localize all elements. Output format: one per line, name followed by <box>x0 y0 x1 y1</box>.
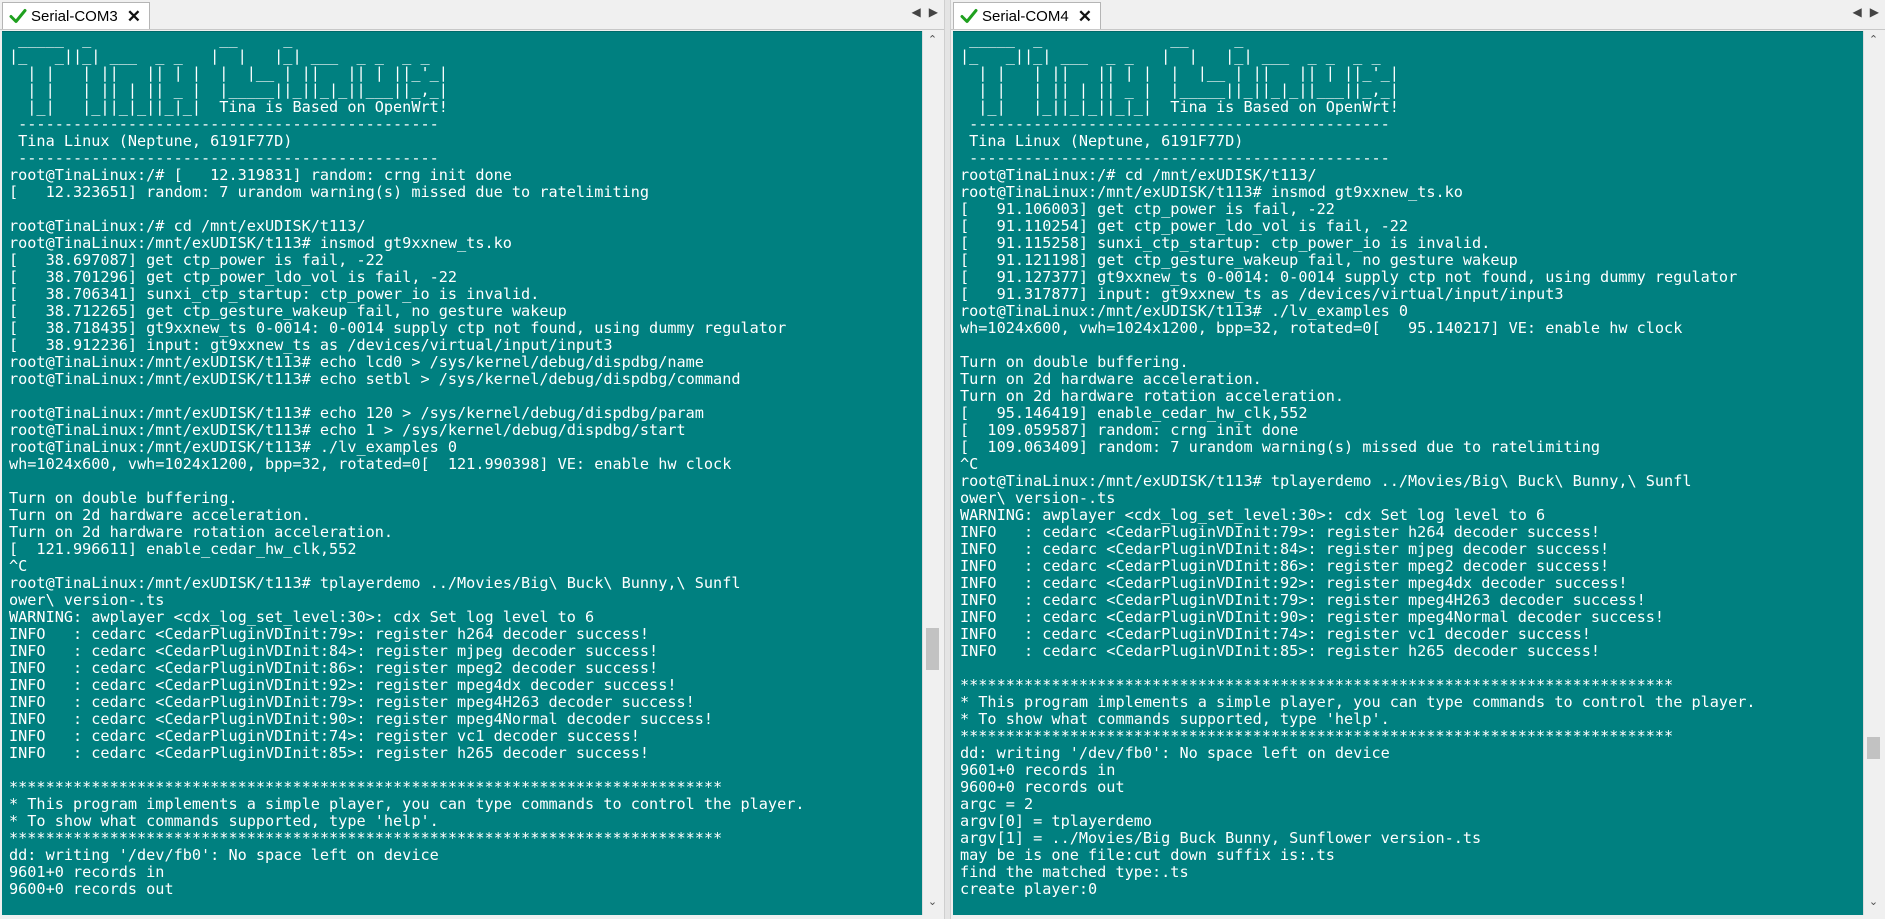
right-arrow-icon[interactable]: ▶ <box>1870 5 1879 19</box>
up-arrow-icon[interactable]: ⌃ <box>1864 33 1883 51</box>
vertical-scrollbar[interactable]: ⌃ ⌄ <box>922 31 942 915</box>
terminal-output[interactable]: _____ _ __ _ |_ _||_| ___ _ _ | | |_| __… <box>2 31 922 915</box>
down-arrow-icon[interactable]: ⌄ <box>1864 895 1883 913</box>
tab-nav: ◀ ▶ <box>912 5 938 19</box>
scroll-thumb[interactable] <box>926 628 939 670</box>
tab-bar: Serial-COM3 ✕ ◀ ▶ <box>0 0 944 30</box>
terminal-log: _____ _ __ _ |_ _||_| ___ _ _ | | |_| __… <box>9 31 805 898</box>
scroll-thumb[interactable] <box>1867 737 1880 759</box>
tab-serial-com4[interactable]: Serial-COM4 ✕ <box>953 2 1101 29</box>
pane-splitter[interactable] <box>944 0 951 919</box>
up-arrow-icon[interactable]: ⌃ <box>923 33 942 51</box>
close-icon[interactable]: ✕ <box>127 8 141 25</box>
down-arrow-icon[interactable]: ⌄ <box>923 895 942 913</box>
check-icon <box>960 9 978 23</box>
check-icon <box>9 9 27 23</box>
tab-bar: Serial-COM4 ✕ ◀ ▶ <box>951 0 1885 30</box>
right-arrow-icon[interactable]: ▶ <box>929 5 938 19</box>
left-arrow-icon[interactable]: ◀ <box>912 5 921 19</box>
close-icon[interactable]: ✕ <box>1078 8 1092 25</box>
left-arrow-icon[interactable]: ◀ <box>1853 5 1862 19</box>
tab-serial-com3[interactable]: Serial-COM3 ✕ <box>2 2 150 29</box>
vertical-scrollbar[interactable]: ⌃ ⌄ <box>1863 31 1883 915</box>
terminal-log: _____ _ __ _ |_ _||_| ___ _ _ | | |_| __… <box>960 31 1756 898</box>
tab-title: Serial-COM3 <box>31 7 118 25</box>
serial-session-right: Serial-COM4 ✕ ◀ ▶ _____ _ __ _ |_ _||_| … <box>951 0 1885 919</box>
tab-nav: ◀ ▶ <box>1853 5 1879 19</box>
tab-title: Serial-COM4 <box>982 7 1069 25</box>
terminal-output[interactable]: _____ _ __ _ |_ _||_| ___ _ _ | | |_| __… <box>953 31 1863 915</box>
serial-session-left: Serial-COM3 ✕ ◀ ▶ _____ _ __ _ |_ _||_| … <box>0 0 944 919</box>
